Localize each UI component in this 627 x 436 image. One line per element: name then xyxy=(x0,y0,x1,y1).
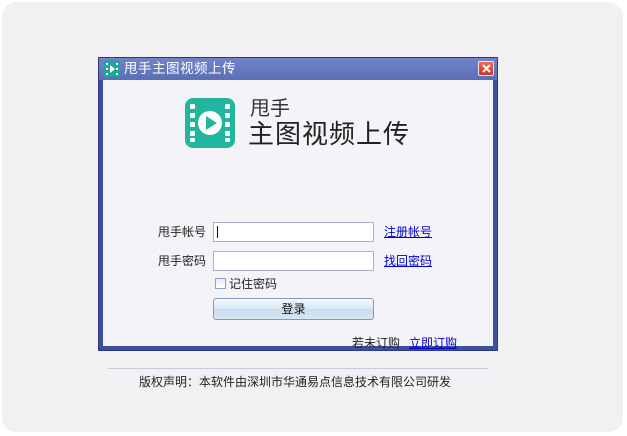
account-label: 甩手帐号 xyxy=(158,225,207,239)
recover-password-link[interactable]: 找回密码 xyxy=(384,253,432,269)
video-app-icon xyxy=(104,61,120,77)
account-input[interactable] xyxy=(213,222,374,242)
window-client-area: 甩手 主图视频上传 甩手帐号 注册帐号 甩手密码 找回密码 记住密码 登录 若未… xyxy=(103,80,493,389)
remember-password-checkbox[interactable] xyxy=(215,278,226,289)
window-title: 甩手主图视频上传 xyxy=(124,61,236,77)
password-label: 甩手密码 xyxy=(158,254,207,268)
footer-divider xyxy=(108,368,488,369)
register-link[interactable]: 注册帐号 xyxy=(384,224,432,240)
copyright-notice: 版权声明：本软件由深圳市华通易点信息技术有限公司研发 xyxy=(139,375,452,389)
close-icon xyxy=(481,64,491,73)
text-caret xyxy=(217,226,218,238)
brand-product-name: 主图视频上传 xyxy=(248,120,411,150)
login-window: 甩手主图视频上传 甩手 主图视频上传 甩手帐号 注册帐号 甩手密码 找回密码 记… xyxy=(98,57,498,389)
film-play-icon xyxy=(185,98,235,148)
purchase-now-link[interactable]: 立即订购 xyxy=(409,335,457,351)
close-button[interactable] xyxy=(478,61,494,76)
desktop-background: 甩手主图视频上传 甩手 主图视频上传 甩手帐号 注册帐号 甩手密码 找回密码 记… xyxy=(2,2,623,432)
purchase-prompt: 若未订购 xyxy=(352,336,401,350)
title-bar[interactable]: 甩手主图视频上传 xyxy=(99,58,497,80)
brand-name: 甩手 xyxy=(250,96,290,120)
password-input[interactable] xyxy=(213,251,374,271)
remember-password-label[interactable]: 记住密码 xyxy=(229,276,277,292)
login-button[interactable]: 登录 xyxy=(213,298,374,320)
